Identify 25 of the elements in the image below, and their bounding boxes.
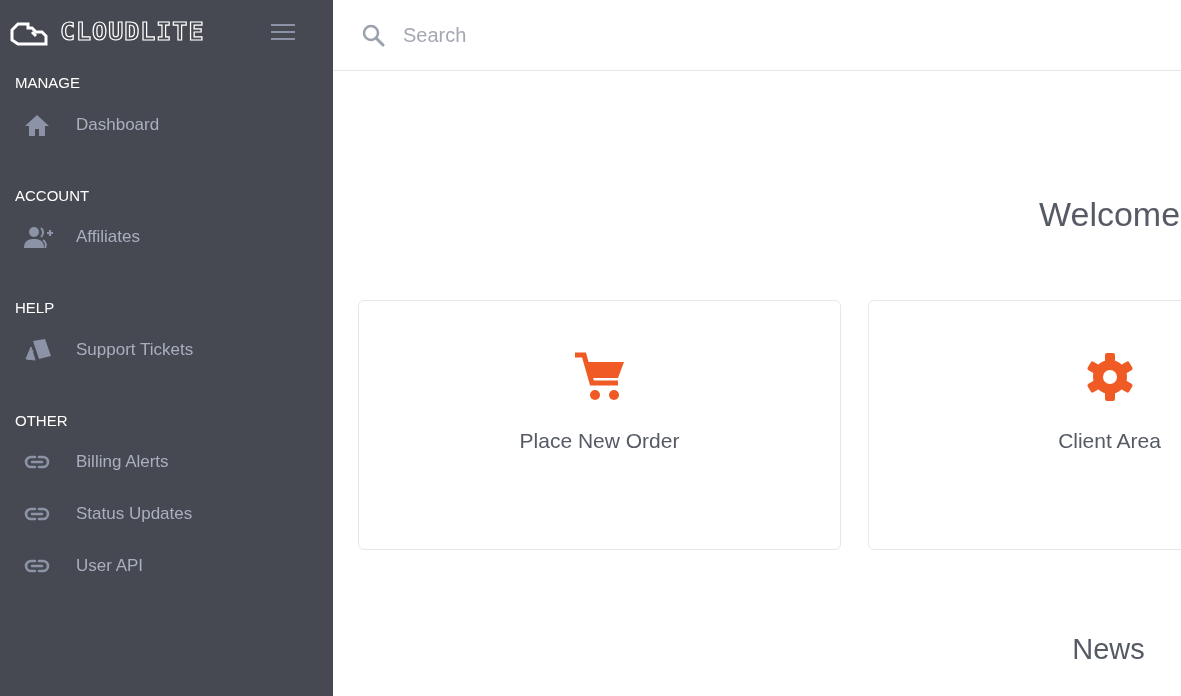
- link-icon: [24, 454, 50, 470]
- link-icon: [24, 506, 50, 522]
- tickets-icon: [24, 337, 52, 362]
- section-heading: MANAGE: [14, 73, 80, 93]
- action-card[interactable]: Client Area: [868, 300, 1181, 550]
- logo-text: CLOUDLITE: [60, 16, 205, 49]
- nav-item[interactable]: Dashboard: [0, 98, 333, 151]
- cart-icon: [573, 352, 626, 402]
- user-add-icon: [24, 226, 54, 248]
- section-heading: ACCOUNT: [14, 185, 90, 206]
- menu-icon[interactable]: [271, 23, 295, 41]
- search-field[interactable]: Search: [403, 20, 803, 50]
- search-icon: [361, 23, 385, 47]
- action-card[interactable]: Place New Order: [358, 300, 841, 550]
- welcome-heading: Welcome: [1039, 194, 1181, 235]
- link-icon: [24, 558, 50, 574]
- nav-item[interactable]: User API: [0, 540, 333, 592]
- news-heading: News: [1071, 632, 1146, 667]
- nav-item[interactable]: Billing Alerts: [0, 436, 333, 488]
- nav-item[interactable]: Status Updates: [0, 488, 333, 540]
- section-heading: OTHER: [14, 410, 68, 431]
- nav-item[interactable]: Affiliates: [0, 211, 333, 263]
- nav-item[interactable]: Support Tickets: [0, 323, 333, 376]
- section-heading: HELP: [14, 298, 55, 318]
- home-icon: [24, 113, 50, 136]
